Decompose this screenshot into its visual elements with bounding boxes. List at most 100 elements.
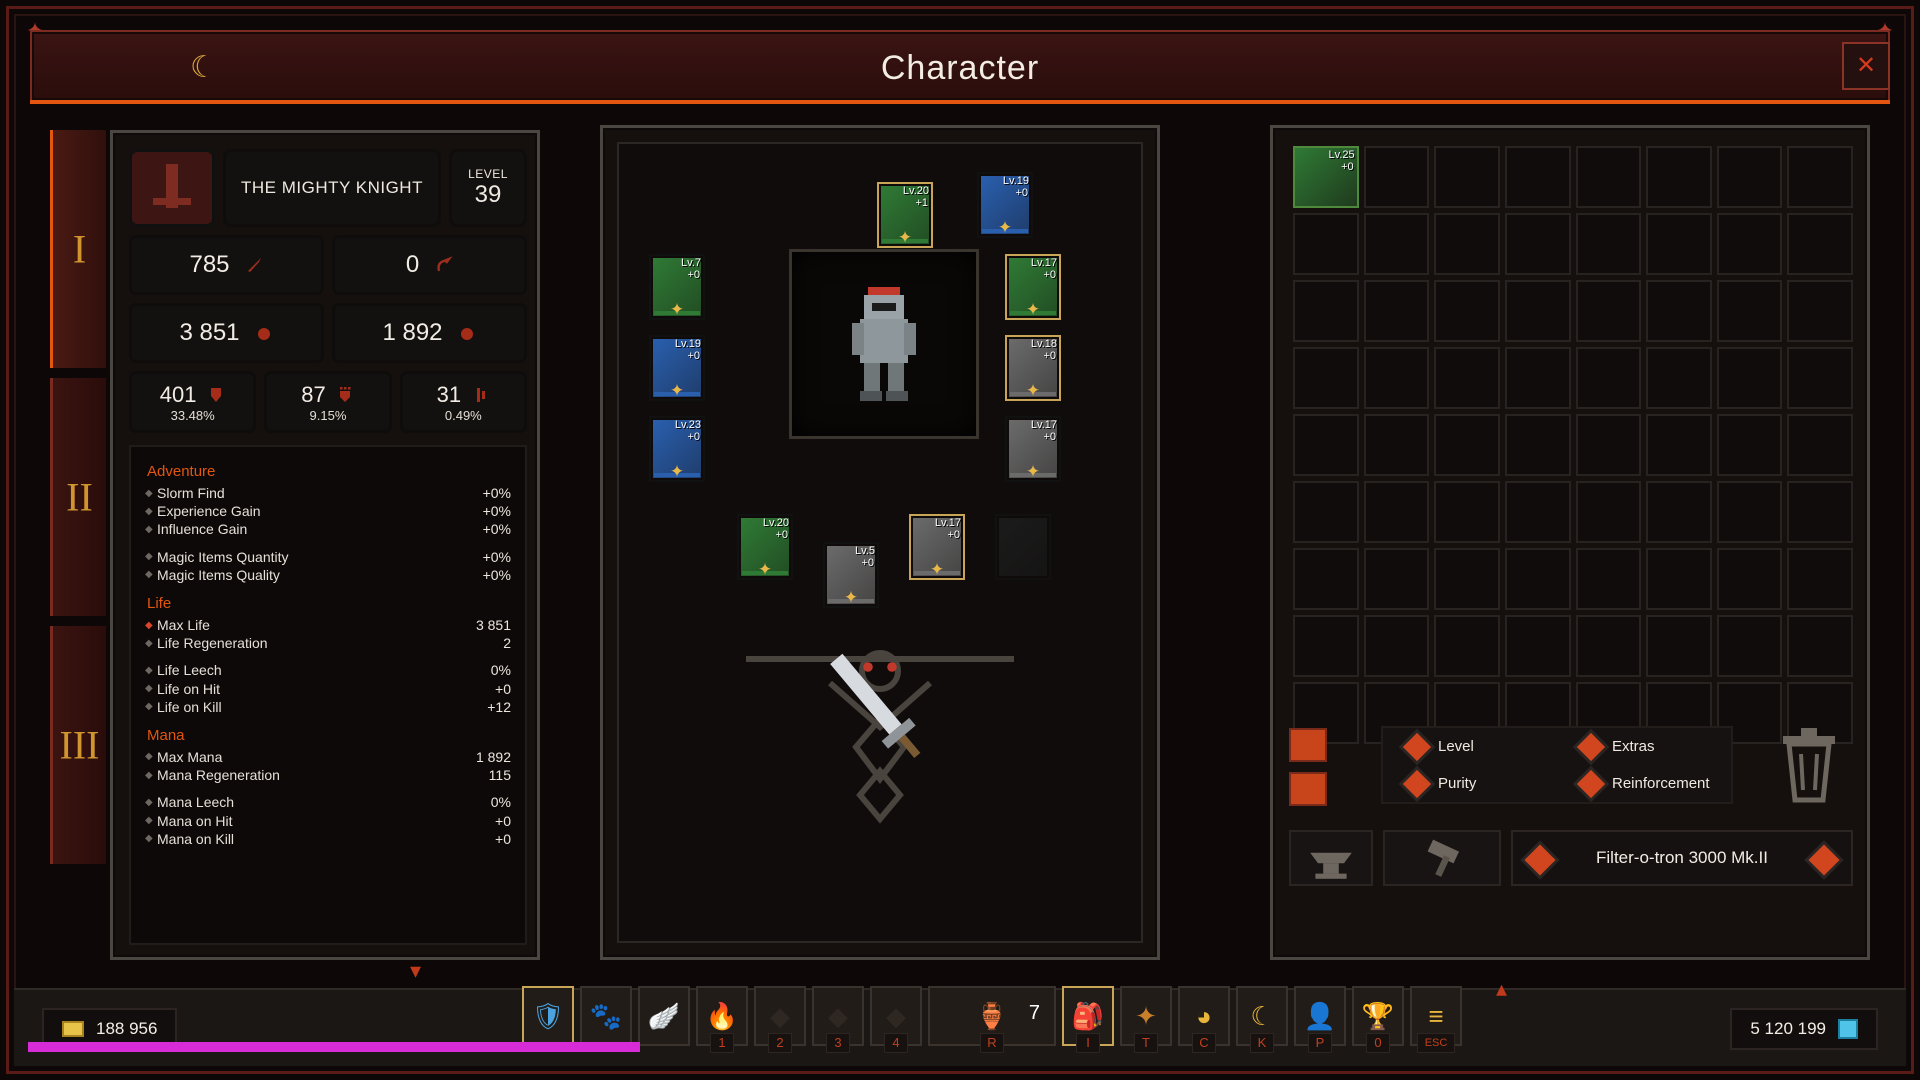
equip-slot-helm[interactable]: ✦ Lv.20 +1	[877, 182, 933, 248]
equip-slot-belt[interactable]: ✦ Lv.17 +0	[1005, 416, 1061, 482]
close-button[interactable]: ✕	[1842, 42, 1890, 90]
inventory-slot-empty[interactable]	[1363, 481, 1430, 543]
inventory-slot-empty[interactable]	[1363, 615, 1430, 677]
inventory-slot-empty[interactable]	[1504, 481, 1571, 543]
inventory-slot-empty[interactable]	[1504, 347, 1571, 409]
skill-slot-I[interactable]: 🎒 I	[1062, 986, 1114, 1053]
equip-slot-bracer[interactable]: ✦ Lv.23 +0	[649, 416, 705, 482]
inventory-slot-empty[interactable]	[1575, 548, 1642, 610]
skill-slot-3[interactable]: ◆ 3	[812, 986, 864, 1053]
skill-slot-P[interactable]: 👤 P	[1294, 986, 1346, 1053]
inventory-slot-empty[interactable]	[1504, 615, 1571, 677]
page-tab-iii[interactable]: III	[50, 626, 106, 864]
inventory-slot-empty[interactable]	[1434, 548, 1500, 610]
inventory-slot-empty[interactable]	[1716, 615, 1783, 677]
inventory-slot-empty[interactable]	[1504, 280, 1571, 342]
inventory-slot-empty[interactable]	[1293, 213, 1359, 275]
inventory-slot-empty[interactable]	[1434, 414, 1500, 476]
skill-slot-a1[interactable]: 🐾	[580, 986, 632, 1046]
inventory-slot-empty[interactable]	[1787, 347, 1853, 409]
inventory-slot-empty[interactable]	[1646, 280, 1712, 342]
inventory-slot-empty[interactable]	[1363, 548, 1430, 610]
inventory-slot-empty[interactable]	[1363, 146, 1430, 208]
inventory-slot-empty[interactable]	[1646, 146, 1712, 208]
equip-slot-ring-left[interactable]: ✦ Lv.20 +0	[737, 514, 793, 580]
inventory-slot-empty[interactable]	[1293, 548, 1359, 610]
equip-slot-body[interactable]: ✦ Lv.7 +0	[649, 254, 705, 320]
inventory-slot-empty[interactable]	[1434, 347, 1500, 409]
inventory-slot-empty[interactable]	[1293, 280, 1359, 342]
skill-slot-0[interactable]: 🏆 0	[1352, 986, 1404, 1053]
inventory-slot-empty[interactable]	[1293, 481, 1359, 543]
inventory-slot-empty[interactable]	[1504, 146, 1571, 208]
inventory-slot-empty[interactable]	[1716, 146, 1783, 208]
page-tab-i[interactable]: I	[50, 130, 106, 368]
inventory-slot-empty[interactable]	[1293, 347, 1359, 409]
inventory-slot-empty[interactable]	[1504, 548, 1571, 610]
inventory-slot-empty[interactable]	[1646, 615, 1712, 677]
equip-slot-cape[interactable]: ✦ Lv.5 +0	[823, 542, 879, 608]
inventory-slot-empty[interactable]	[1716, 548, 1783, 610]
inventory-slot-empty[interactable]	[1575, 213, 1642, 275]
inventory-slot-empty[interactable]	[1716, 280, 1783, 342]
inventory-slot-empty[interactable]	[1646, 213, 1712, 275]
equip-slot-amulet[interactable]: ✦ Lv.19 +0	[977, 172, 1033, 238]
inventory-slot-empty[interactable]	[1363, 414, 1430, 476]
filter-option-reinforcement[interactable]: Reinforcement	[1557, 769, 1731, 798]
inventory-slot-empty[interactable]	[1575, 414, 1642, 476]
list-view-icon[interactable]	[1289, 728, 1327, 762]
equip-slot-sigil[interactable]	[995, 514, 1051, 580]
skill-slot-T[interactable]: ✦ T	[1120, 986, 1172, 1053]
equip-slot-glove[interactable]: ✦ Lv.17 +0	[1005, 254, 1061, 320]
moon-icon[interactable]: ☾	[190, 50, 226, 86]
equip-slot-boot[interactable]: ✦ Lv.18 +0	[1005, 335, 1061, 401]
inventory-slot-empty[interactable]	[1787, 213, 1853, 275]
inventory-slot-empty[interactable]	[1575, 280, 1642, 342]
inventory-slot-empty[interactable]	[1434, 280, 1500, 342]
trash-bin-icon[interactable]	[1777, 724, 1841, 804]
compact-view-icon[interactable]	[1289, 772, 1327, 806]
inventory-slot-empty[interactable]	[1575, 347, 1642, 409]
skill-slot-2[interactable]: ◆ 2	[754, 986, 806, 1053]
inventory-slot-empty[interactable]	[1646, 481, 1712, 543]
inventory-slot-empty[interactable]	[1293, 414, 1359, 476]
skill-slot-C[interactable]: ◕ C	[1178, 986, 1230, 1053]
skill-slot-ESC[interactable]: ≡ ESC	[1410, 986, 1462, 1053]
inventory-slot-empty[interactable]	[1716, 481, 1783, 543]
inventory-slot-empty[interactable]	[1293, 615, 1359, 677]
inventory-slot-empty[interactable]	[1646, 347, 1712, 409]
inventory-slot-empty[interactable]	[1434, 481, 1500, 543]
skill-slot-4[interactable]: ◆ 4	[870, 986, 922, 1053]
filter-left-diamond-icon[interactable]	[1524, 844, 1556, 876]
inventory-slot-empty[interactable]	[1646, 414, 1712, 476]
skill-slot-a0[interactable]: 🛡	[522, 986, 574, 1046]
inventory-slot-empty[interactable]	[1504, 414, 1571, 476]
inventory-slot-empty[interactable]	[1787, 615, 1853, 677]
inventory-slot-empty[interactable]	[1787, 548, 1853, 610]
class-crest-icon[interactable]	[129, 149, 215, 227]
inventory-slot-empty[interactable]	[1646, 548, 1712, 610]
inventory-slot-empty[interactable]	[1787, 414, 1853, 476]
filter-right-diamond-icon[interactable]	[1808, 844, 1840, 876]
inventory-slot-empty[interactable]	[1787, 280, 1853, 342]
page-tab-ii[interactable]: II	[50, 378, 106, 616]
filter-option-purity[interactable]: Purity	[1383, 769, 1557, 798]
inventory-slot-empty[interactable]	[1716, 347, 1783, 409]
inventory-slot-empty[interactable]	[1363, 347, 1430, 409]
skill-slot-R[interactable]: 🏺 7 R	[928, 986, 1056, 1053]
filter-option-extras[interactable]: Extras	[1557, 732, 1731, 761]
inventory-slot-empty[interactable]	[1575, 481, 1642, 543]
filter-option-level[interactable]: Level	[1383, 732, 1557, 761]
inventory-slot-empty[interactable]	[1716, 414, 1783, 476]
inventory-slot-empty[interactable]	[1434, 213, 1500, 275]
inventory-slot-empty[interactable]	[1787, 146, 1853, 208]
inventory-slot-empty[interactable]	[1575, 615, 1642, 677]
inventory-slot-empty[interactable]	[1363, 280, 1430, 342]
skill-slot-a2[interactable]: 🪽	[638, 986, 690, 1046]
skill-slot-K[interactable]: ☾ K	[1236, 986, 1288, 1053]
inventory-slot-empty[interactable]	[1575, 146, 1642, 208]
equip-slot-shoulder[interactable]: ✦ Lv.19 +0	[649, 335, 705, 401]
hammer-icon[interactable]	[1383, 830, 1501, 886]
inventory-slot-empty[interactable]	[1363, 213, 1430, 275]
inventory-slot-empty[interactable]	[1434, 615, 1500, 677]
